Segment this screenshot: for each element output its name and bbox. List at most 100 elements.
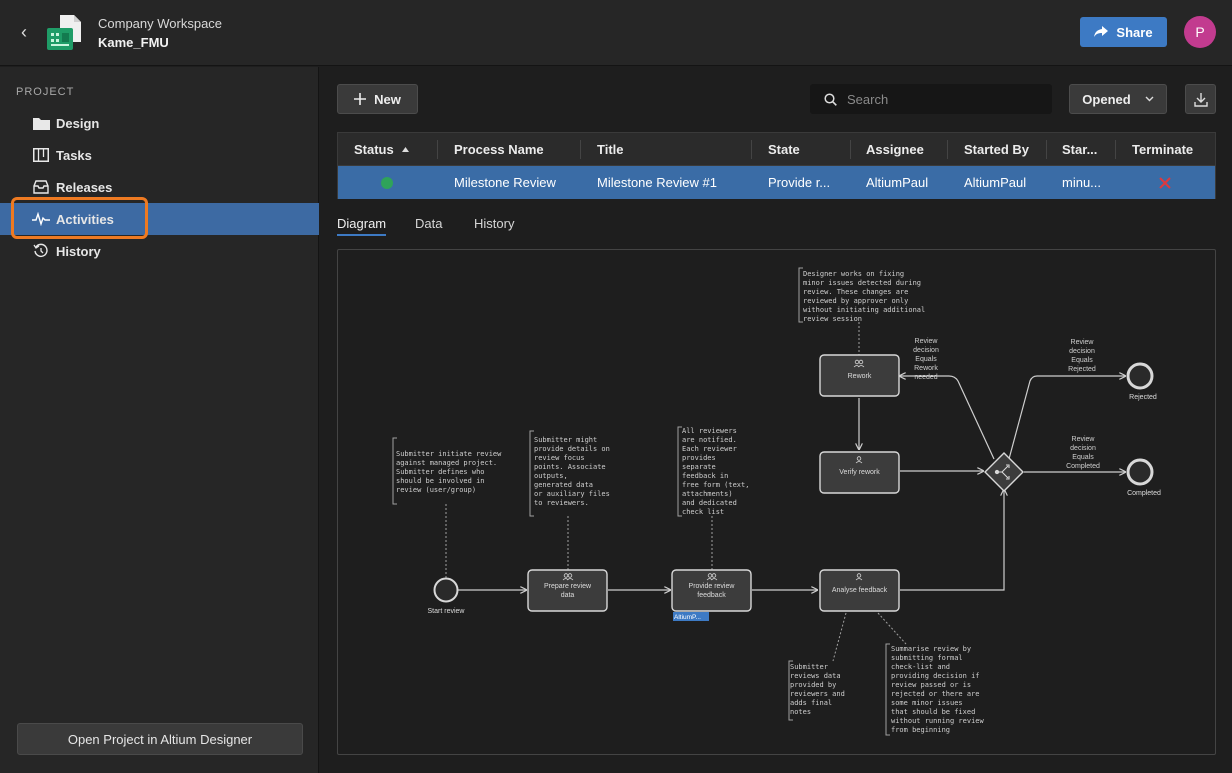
edge-label-line: Rejected [1068, 366, 1096, 373]
pulse-icon [32, 211, 50, 227]
edge-label-line: decision [1070, 445, 1096, 452]
search-field[interactable] [810, 84, 1052, 114]
annotation-line: providing decision if [891, 672, 980, 680]
completed-label: Completed [1127, 490, 1161, 497]
new-button[interactable]: New [337, 84, 418, 114]
header-started-by[interactable]: Started By [964, 133, 1044, 166]
decision-gateway[interactable] [984, 452, 1024, 492]
sidebar-item-history[interactable]: History [0, 235, 319, 267]
search-icon [824, 92, 837, 106]
end-event-completed[interactable] [1126, 458, 1154, 486]
download-button[interactable] [1185, 84, 1216, 114]
status-cell [381, 166, 401, 199]
start-review-label: Start review [428, 608, 466, 615]
sidebar-item-tasks[interactable]: Tasks [0, 139, 319, 171]
header-assignee[interactable]: Assignee [866, 133, 946, 166]
sidebar-item-releases[interactable]: Releases [0, 171, 319, 203]
header-terminate[interactable]: Terminate [1132, 133, 1212, 166]
close-icon [1159, 176, 1171, 189]
annotation-line: review passed or is [891, 681, 971, 689]
edge-label-line: needed [914, 374, 937, 381]
sidebar-item-design[interactable]: Design [0, 107, 319, 139]
prepare-label-line: data [561, 592, 575, 599]
annotation-line: and dedicated [682, 499, 737, 507]
analyse-label: Analyse feedback [832, 587, 888, 594]
annotation-line: Submitter initiate review [396, 450, 502, 458]
task-provide-review-feedback[interactable] [671, 569, 752, 612]
tab-history[interactable]: History [474, 216, 514, 234]
edge-label-line: decision [1069, 348, 1095, 355]
assignee-cell: AltiumPaul [866, 175, 929, 190]
sidebar-item-label: History [56, 243, 101, 259]
annotation-line: All reviewers [682, 427, 737, 435]
annotation-line: review (user/group) [396, 486, 476, 494]
annotation-line: check list [682, 508, 724, 516]
title-cell: Milestone Review #1 [597, 175, 717, 190]
annotation-line: review session [803, 315, 862, 323]
project-name: Kame_FMU [98, 35, 169, 50]
started-by-cell: AltiumPaul [964, 175, 1027, 190]
annotation-line: review focus [534, 454, 585, 462]
sidebar-item-activities[interactable]: Activities [0, 203, 319, 235]
folder-icon [32, 115, 50, 131]
share-arrow-icon [1094, 26, 1109, 37]
new-button-label: New [374, 91, 401, 107]
started-cell: minu... [1062, 175, 1102, 190]
terminate-button[interactable] [1159, 166, 1179, 199]
search-input[interactable] [847, 91, 1037, 107]
header-process-name[interactable]: Process Name [454, 133, 574, 166]
task-prepare-review-data[interactable] [527, 569, 608, 612]
verify-label: Verify rework [839, 469, 880, 476]
annotation-line: review. These changes are [803, 288, 908, 296]
history-icon [32, 243, 50, 259]
tab-data[interactable]: Data [415, 216, 442, 234]
sidebar-item-label: Activities [56, 211, 114, 227]
process-diagram: Start review Prepare review data Provide… [337, 249, 1216, 755]
header-status[interactable]: Status [354, 133, 434, 166]
workspace-name: Company Workspace [98, 16, 223, 31]
edge-label-line: Review [915, 338, 939, 345]
header-state[interactable]: State [768, 133, 848, 166]
rejected-label: Rejected [1129, 394, 1157, 401]
process-name-cell: Milestone Review [454, 175, 556, 190]
plus-icon [354, 93, 367, 105]
back-arrow-icon[interactable]: ‹ [14, 22, 34, 42]
annotation-line: are notified. [682, 436, 737, 444]
activities-table: Status Process Name Title State Assignee… [337, 132, 1216, 199]
state-cell: Provide r... [768, 175, 831, 190]
edge-label-line: Equals [1071, 357, 1093, 364]
annotation-line: separate [682, 463, 716, 471]
annotation-line: provides [682, 454, 716, 462]
prepare-label-line: Prepare review [544, 583, 592, 590]
annotation-line: that should be fixed [891, 708, 975, 716]
end-event-rejected[interactable] [1126, 362, 1154, 390]
sidebar-item-label: Design [56, 115, 100, 131]
edge-label-line: Completed [1066, 463, 1100, 470]
avatar[interactable]: P [1184, 16, 1216, 48]
annotation-line: should be involved in [396, 477, 485, 485]
edge-label-line: decision [913, 347, 939, 354]
tab-diagram[interactable]: Diagram [337, 216, 387, 236]
chevron-down-icon [1145, 96, 1154, 102]
start-event[interactable] [433, 577, 459, 603]
header-title[interactable]: Title [597, 133, 747, 166]
status-filter-dropdown[interactable]: Opened [1069, 84, 1167, 114]
annotation-line: some minor issues [891, 699, 963, 707]
pcb-project-icon [46, 14, 82, 52]
annotation-line: points. Associate [534, 463, 606, 471]
annotation-line: adds final [790, 699, 832, 707]
top-header: ‹ Company Workspace Kame_FMU Share P [0, 0, 1232, 66]
sidebar-caption: PROJECT [16, 86, 75, 98]
share-button[interactable]: Share [1080, 17, 1167, 47]
rework-label: Rework [848, 373, 872, 380]
annotation-line: Submitter [790, 663, 828, 671]
edge-label-line: Equals [1072, 454, 1094, 461]
open-in-altium-designer-button[interactable]: Open Project in Altium Designer [17, 723, 303, 755]
table-row[interactable]: Milestone Review Milestone Review #1 Pro… [338, 166, 1215, 199]
annotation-line: or auxiliary files [534, 490, 610, 498]
provide-label-line: Provide review [689, 583, 736, 590]
annotation-line: from beginning [891, 726, 950, 734]
header-started[interactable]: Star... [1062, 133, 1112, 166]
annotation-line: reviewed by approver only [803, 297, 908, 305]
edge-label-line: Review [1071, 339, 1095, 346]
